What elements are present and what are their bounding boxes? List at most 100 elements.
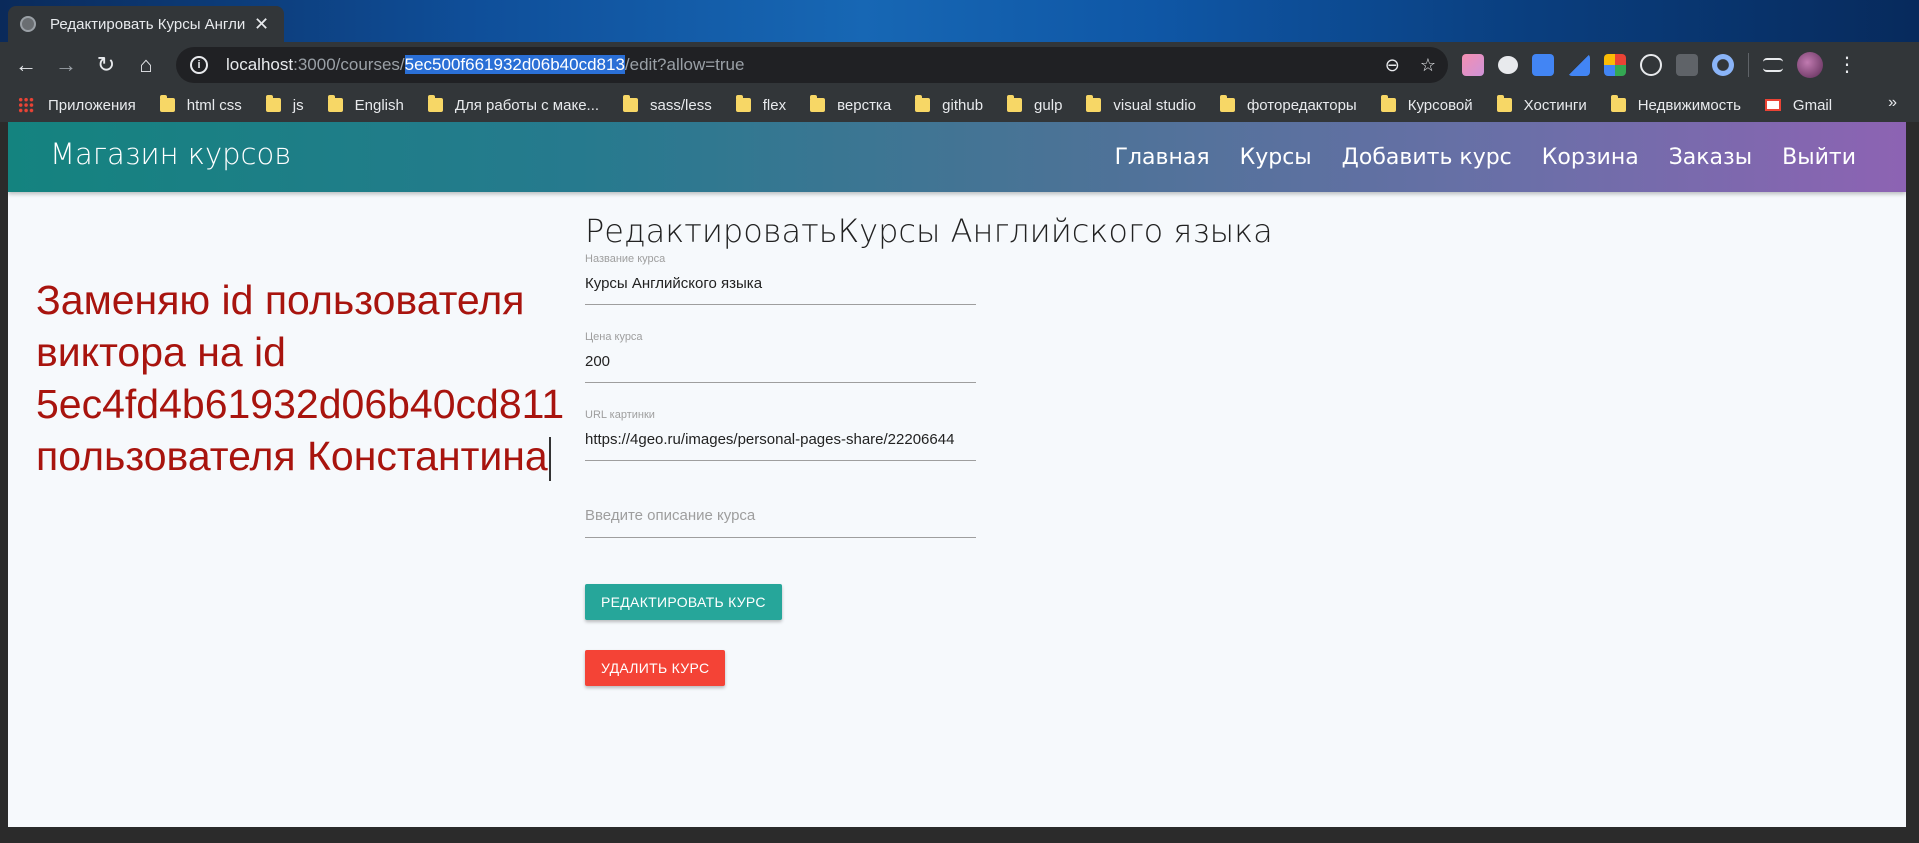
zoom-icon[interactable]: ⊖ [1385, 55, 1400, 76]
course-description-input[interactable]: Введите описание курса [585, 507, 755, 524]
media-control-icon[interactable] [1763, 58, 1783, 72]
overlay-annotation: Заменяю id пользователя виктора на id 5e… [36, 274, 596, 482]
edit-course-form: РедактироватьКурсы Английского языка Наз… [585, 212, 1285, 686]
reload-icon[interactable]: ↻ [86, 45, 126, 85]
annotation-line: Заменяю id пользователя [36, 277, 525, 323]
bookmark-label: flex [762, 96, 787, 114]
nav-link-courses[interactable]: Курсы [1240, 145, 1312, 170]
extensions-area: ⋮ [1462, 42, 1857, 88]
extension-gradient-icon[interactable] [1462, 54, 1484, 76]
course-name-input[interactable]: Курсы Английского языка [585, 275, 976, 304]
folder-icon [735, 95, 751, 112]
bookmark-folder[interactable]: Курсовой [1380, 95, 1473, 114]
course-price-label: Цена курса [585, 331, 643, 343]
bookmark-folder[interactable]: flex [735, 95, 787, 114]
folder-icon [1496, 95, 1512, 112]
page-title: РедактироватьКурсы Английского языка [585, 212, 1273, 250]
tab-title: Редактировать Курсы Англи [50, 15, 246, 33]
back-icon[interactable]: ← [6, 45, 46, 85]
course-name-field[interactable]: Название курса Курсы Английского языка [585, 253, 976, 305]
bookmark-label: sass/less [650, 96, 712, 114]
bookmark-label: Недвижимость [1637, 96, 1741, 114]
bookmark-label: visual studio [1113, 96, 1196, 114]
site-nav-links: Главная Курсы Добавить курс Корзина Зака… [1115, 122, 1856, 192]
star-icon[interactable]: ☆ [1420, 55, 1436, 76]
bookmark-label: Для работы с маке... [454, 96, 600, 114]
course-image-url-label: URL картинки [585, 409, 655, 421]
url-text[interactable]: localhost:3000/courses/5ec500f661932d06b… [226, 55, 744, 75]
react-devtools-icon[interactable] [1640, 54, 1662, 76]
bookmark-label: Приложения [48, 96, 136, 114]
course-description-field[interactable]: Введите описание курса [585, 507, 976, 538]
extension-grid-icon[interactable] [1604, 54, 1626, 76]
bookmark-label: github [942, 96, 984, 114]
bookmark-folder[interactable]: gulp [1007, 95, 1063, 114]
bookmark-folder[interactable]: html css [159, 95, 242, 114]
site-navbar: Магазин курсов Главная Курсы Добавить ку… [8, 122, 1906, 192]
bookmarks-bar: Приложения html css js English Для работ… [0, 88, 1919, 122]
folder-icon [159, 95, 175, 112]
course-name-label: Название курса [585, 253, 666, 265]
delete-course-button[interactable]: УДАЛИТЬ КУРС [585, 650, 726, 686]
folder-icon [810, 95, 826, 112]
bookmark-folder[interactable]: visual studio [1086, 95, 1196, 114]
apps-icon [18, 97, 34, 113]
course-image-url-input[interactable]: https://4geo.ru/images/personal-pages-sh… [585, 431, 976, 460]
bookmark-folder[interactable]: js [265, 95, 304, 114]
browser-toolbar: ← → ↻ ⌂ i localhost:3000/courses/5ec500f… [0, 42, 1919, 88]
bookmark-folder[interactable]: фоторедакторы [1219, 95, 1357, 114]
bookmark-folder[interactable]: верстка [810, 95, 891, 114]
chevron-right-icon[interactable]: » [1888, 94, 1897, 112]
extension-circle-icon[interactable] [1712, 54, 1734, 76]
bookmark-folder[interactable]: github [915, 95, 984, 114]
bookmark-folder[interactable]: Недвижимость [1610, 95, 1741, 114]
page-viewport: Магазин курсов Главная Курсы Добавить ку… [8, 122, 1906, 827]
bookmark-folder[interactable]: Для работы с маке... [427, 95, 600, 114]
bookmark-label: gulp [1034, 96, 1063, 114]
menu-icon[interactable]: ⋮ [1837, 55, 1857, 75]
bookmark-folder[interactable]: sass/less [623, 95, 712, 114]
url-path: :3000/courses/ [293, 55, 405, 74]
bookmark-label: js [292, 96, 304, 114]
course-price-input[interactable]: 200 [585, 353, 976, 382]
globe-icon [20, 16, 36, 32]
info-icon[interactable]: i [190, 56, 208, 74]
browser-tab-strip: Редактировать Курсы Англи ✕ [0, 0, 1919, 42]
annotation-line: виктора на id [36, 329, 286, 375]
profile-avatar[interactable] [1797, 52, 1823, 78]
annotation-line-last: пользователя Константина [36, 430, 596, 482]
folder-icon [1610, 95, 1626, 112]
gmail-icon [1764, 99, 1781, 111]
bookmark-gmail[interactable]: Gmail [1764, 97, 1832, 114]
url-selected-id: 5ec500f661932d06b40cd813 [404, 55, 625, 74]
nav-link-home[interactable]: Главная [1115, 145, 1210, 170]
nav-link-logout[interactable]: Выйти [1782, 145, 1856, 170]
nav-link-cart[interactable]: Корзина [1542, 145, 1639, 170]
forward-icon[interactable]: → [46, 45, 86, 85]
bookmark-label: фоторедакторы [1246, 96, 1357, 114]
course-image-url-field[interactable]: URL картинки https://4geo.ru/images/pers… [585, 409, 976, 461]
text-caret [548, 437, 551, 482]
extension-chat-icon[interactable] [1498, 56, 1518, 74]
folder-icon [623, 95, 639, 112]
extension-box-icon[interactable] [1676, 54, 1698, 76]
address-bar[interactable]: i localhost:3000/courses/5ec500f661932d0… [176, 47, 1448, 83]
bookmark-folder[interactable]: English [327, 95, 404, 114]
close-icon[interactable]: ✕ [254, 14, 269, 35]
bookmark-label: Хостинги [1523, 96, 1587, 114]
course-price-field[interactable]: Цена курса 200 [585, 331, 976, 383]
browser-tab[interactable]: Редактировать Курсы Англи ✕ [8, 6, 284, 42]
folder-icon [327, 95, 343, 112]
bookmark-folder[interactable]: Хостинги [1496, 95, 1587, 114]
bookmark-apps[interactable]: Приложения [18, 97, 136, 114]
color-picker-icon[interactable] [1568, 54, 1590, 76]
folder-icon [1086, 95, 1102, 112]
folder-icon [1219, 95, 1235, 112]
nav-link-orders[interactable]: Заказы [1669, 145, 1752, 170]
site-logo[interactable]: Магазин курсов [50, 137, 291, 171]
edit-course-button[interactable]: РЕДАКТИРОВАТЬ КУРС [585, 584, 782, 620]
toolbar-divider [1748, 53, 1749, 77]
nav-link-add-course[interactable]: Добавить курс [1342, 145, 1512, 170]
translate-icon[interactable] [1532, 54, 1554, 76]
home-icon[interactable]: ⌂ [126, 45, 166, 85]
